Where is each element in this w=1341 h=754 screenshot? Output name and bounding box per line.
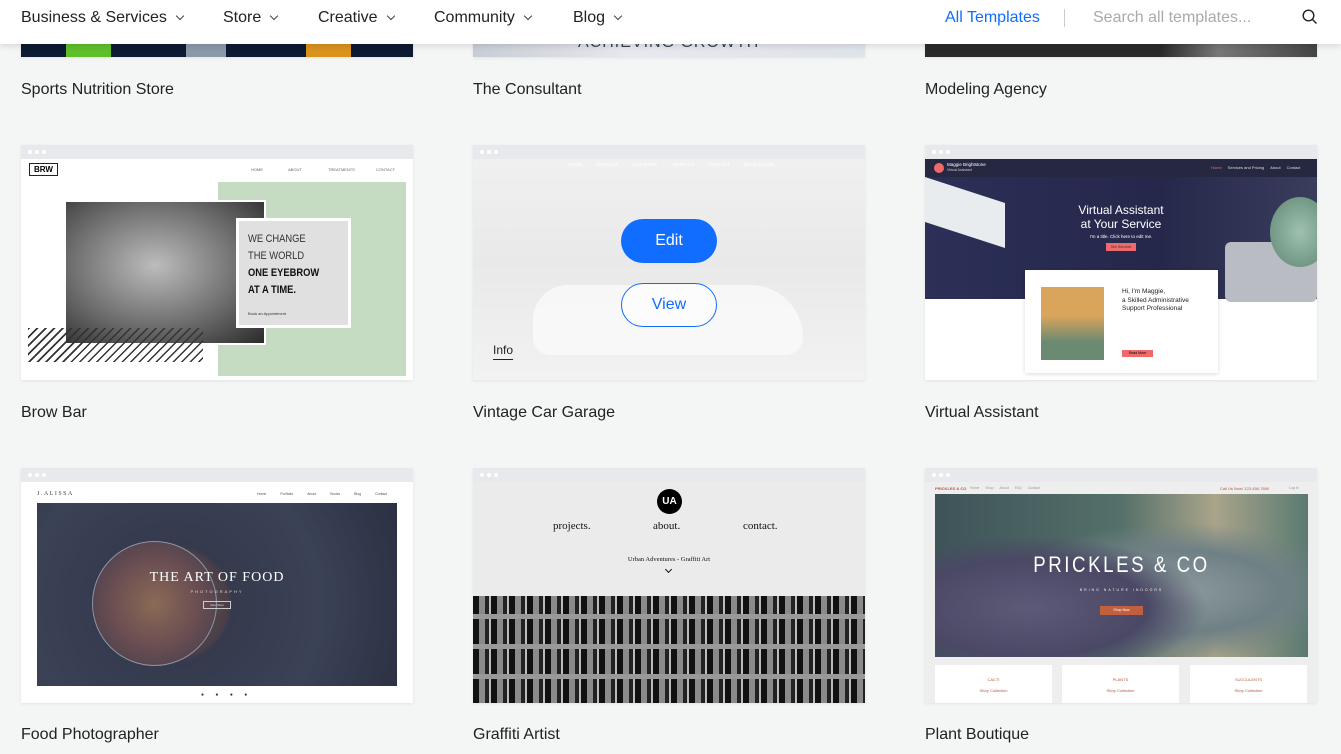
hero-button: Shop Now bbox=[1100, 606, 1143, 615]
brand-logo: UA bbox=[657, 489, 682, 514]
chevron-down-icon bbox=[523, 11, 533, 21]
all-templates-link[interactable]: All Templates bbox=[945, 9, 1040, 27]
template-card-plant-boutique[interactable]: PRICKLES & CO Home Shop About FAQ Contact Ca… bbox=[925, 468, 1317, 703]
chevron-down-icon bbox=[664, 565, 673, 574]
template-name[interactable]: Sports Nutrition Store bbox=[21, 81, 174, 99]
thumb-nav: HOME bbox=[251, 167, 263, 172]
thumb-nav: contact. bbox=[743, 520, 778, 532]
stripe-pattern bbox=[28, 328, 203, 362]
template-name[interactable]: Virtual Assistant bbox=[925, 404, 1039, 422]
thumb-nav: projects. bbox=[553, 520, 591, 532]
thumb-nav: CONTACT bbox=[376, 167, 396, 172]
chevron-down-icon bbox=[613, 11, 623, 21]
template-card-vintage-car-garage[interactable]: HOME SERVICES OUR WORK ABOUT US CONTACT BOOK … bbox=[473, 145, 865, 380]
top-nav-bar: Business & Services Store Creative Commu… bbox=[0, 0, 1341, 44]
nav-label: Business & Services bbox=[21, 9, 167, 26]
template-name[interactable]: Graffiti Artist bbox=[473, 726, 560, 744]
headline-box: WE CHANGE THE WORLD ONE EYEBROW AT A TIM… bbox=[236, 218, 351, 328]
template-name[interactable]: Plant Boutique bbox=[925, 726, 1029, 744]
hero-button: See Services bbox=[1106, 243, 1136, 251]
search-input[interactable] bbox=[1093, 7, 1283, 29]
hero-headline: THE ART OF FOOD bbox=[149, 570, 285, 585]
browser-bar bbox=[21, 468, 413, 482]
view-button[interactable]: View bbox=[621, 283, 717, 327]
template-name[interactable]: Brow Bar bbox=[21, 404, 87, 422]
collection-box: SUCCULENTS Shop Collection bbox=[1190, 665, 1307, 703]
cta-link: Book an Appointment bbox=[248, 311, 287, 316]
hero-button: View More bbox=[203, 601, 231, 609]
thumb-nav: Home Portfolio About Books Blog Contact bbox=[257, 492, 388, 496]
template-card-graffiti-artist[interactable]: UA projects. about. contact. Urban Adven… bbox=[473, 468, 865, 703]
browser-bar bbox=[473, 468, 865, 482]
thumb-nav: HOME SERVICES OUR WORK ABOUT US CONTACT BOOK … bbox=[568, 162, 775, 167]
chevron-down-icon bbox=[175, 11, 185, 21]
thumb-nav: ABOUT bbox=[288, 167, 302, 172]
hero-image: THE ART OF FOOD PHOTOGRAPHY View More bbox=[37, 503, 397, 686]
collection-box: CACTI Shop Collection bbox=[935, 665, 1052, 703]
intro-card: Hi, I'm Maggie, a Skilled Administrative S… bbox=[1025, 270, 1218, 373]
thumb-subtitle: Urban Adventures - Graffiti Art bbox=[627, 556, 711, 563]
template-name[interactable]: Food Photographer bbox=[21, 726, 159, 744]
hero-headline: at Your Service bbox=[1080, 217, 1162, 231]
nav-community[interactable]: Community bbox=[434, 9, 533, 27]
nav-store[interactable]: Store bbox=[223, 9, 279, 27]
hero-tagline: I'm a title. Click here to edit me. bbox=[1089, 234, 1153, 239]
nav-creative[interactable]: Creative bbox=[318, 9, 395, 27]
thumb-nav: about. bbox=[653, 520, 681, 532]
collection-box: PLANTS Shop Collection bbox=[1062, 665, 1179, 703]
search-icon[interactable] bbox=[1302, 9, 1318, 25]
brand-logo: J.ALISSA bbox=[37, 491, 74, 497]
template-name[interactable]: The Consultant bbox=[473, 81, 582, 99]
headline-line: THE WORLD bbox=[248, 250, 305, 262]
brand-logo: PRICKLES & CO bbox=[935, 486, 967, 491]
nav-label: Community bbox=[434, 9, 515, 26]
template-name[interactable]: Vintage Car Garage bbox=[473, 404, 615, 422]
brand-logo: BRW bbox=[29, 163, 58, 176]
template-card-food-photographer[interactable]: J.ALISSA Home Portfolio About Books Blog Cont… bbox=[21, 468, 413, 703]
info-link[interactable]: Info bbox=[493, 343, 514, 360]
template-card-brow-bar[interactable]: BRW HOME ABOUT TREATMENTS CONTACT WE CHA… bbox=[21, 145, 413, 380]
browser-bar bbox=[925, 145, 1317, 159]
hero-image: PRICKLES & CO BRING NATURE INDOORS Shop … bbox=[935, 494, 1308, 657]
nav-blog[interactable]: Blog bbox=[573, 9, 623, 27]
thumb-nav: TREATMENTS bbox=[328, 167, 355, 172]
headline-line: WE CHANGE bbox=[248, 233, 306, 245]
thumb-phone: Call Us Now! 123-456-7890 bbox=[1220, 486, 1270, 491]
thumb-nav-bar: Maggie Brightstone Virtual Assistant Hom… bbox=[925, 159, 1317, 177]
thumb-login: Log In bbox=[1289, 486, 1299, 490]
hero-tagline: BRING NATURE INDOORS bbox=[1079, 588, 1164, 592]
nav-label: Store bbox=[223, 9, 262, 26]
headline-line: AT A TIME. bbox=[248, 284, 296, 296]
nav-label: Blog bbox=[573, 9, 606, 26]
headline-line: ONE EYEBROW bbox=[248, 267, 320, 279]
browser-bar bbox=[21, 145, 413, 159]
template-name[interactable]: Modeling Agency bbox=[925, 81, 1047, 99]
template-card-virtual-assistant[interactable]: Maggie Brightstone Virtual Assistant Hom… bbox=[925, 145, 1317, 380]
social-icons: ● ● ● ● bbox=[201, 692, 253, 698]
hero-sub: PHOTOGRAPHY bbox=[190, 589, 244, 594]
edit-button[interactable]: Edit bbox=[621, 219, 717, 263]
hero-headline: PRICKLES & CO bbox=[1033, 552, 1210, 577]
chevron-down-icon bbox=[386, 11, 395, 21]
nav-business-services[interactable]: Business & Services bbox=[21, 9, 185, 27]
building-image bbox=[473, 596, 865, 703]
thumb-nav: Home Shop About FAQ Contact bbox=[970, 486, 1040, 490]
divider bbox=[1064, 9, 1065, 27]
browser-bar bbox=[925, 468, 1317, 482]
hero-headline: Virtual Assistant bbox=[1078, 203, 1164, 217]
browser-bar bbox=[473, 145, 865, 159]
chevron-down-icon bbox=[270, 11, 279, 21]
nav-label: Creative bbox=[318, 9, 378, 26]
